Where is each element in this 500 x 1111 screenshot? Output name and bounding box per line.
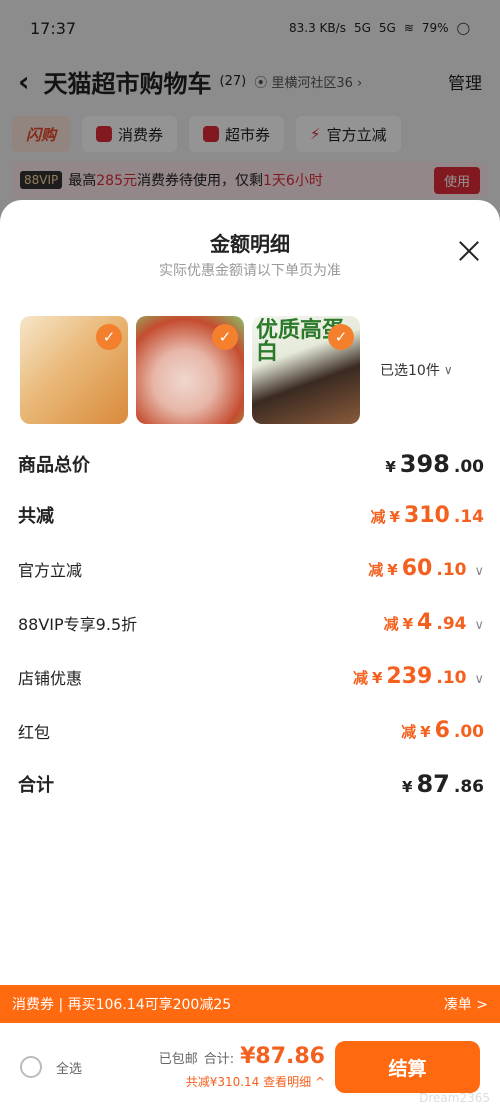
row-label: 共减 bbox=[18, 506, 54, 527]
amt-dec: .00 bbox=[453, 457, 484, 477]
total-label: 合计: bbox=[203, 1052, 235, 1067]
row-label: 官方立减 bbox=[18, 560, 83, 580]
chevron-down-icon: ∨ bbox=[474, 672, 484, 687]
row-label: 合计 bbox=[18, 775, 54, 796]
row-shop-discount[interactable]: 店铺优惠 减 ¥239.10 ∨ bbox=[18, 664, 484, 689]
row-amount: 减 ¥60.10 ∨ bbox=[368, 556, 484, 581]
total-line: 已包邮 合计: ¥87.86 bbox=[159, 1044, 325, 1069]
coupon-promo-text: 消费券 | 再买106.14可享200减25 bbox=[12, 997, 232, 1013]
yen: ¥ bbox=[371, 669, 383, 687]
check-icon: ✓ bbox=[96, 324, 122, 350]
check-icon: ✓ bbox=[212, 324, 238, 350]
row-label: 商品总价 bbox=[18, 455, 90, 476]
yen: ¥ bbox=[420, 723, 431, 741]
watermark: Dream2365 bbox=[419, 1091, 490, 1105]
sheet-title: 金额明细 bbox=[210, 232, 290, 256]
row-amount: 减 ¥310.14 bbox=[370, 503, 484, 528]
amt-int: 87 bbox=[416, 770, 450, 798]
totals-summary: 已包邮 合计: ¥87.86 共减¥310.14 查看明细 ^ bbox=[159, 1044, 325, 1090]
amt-int: 6 bbox=[434, 718, 450, 743]
view-details-link[interactable]: 共减¥310.14 查看明细 ^ bbox=[159, 1073, 325, 1090]
chevron-down-icon: ∨ bbox=[474, 618, 484, 633]
sheet-subtitle: 实际优惠金额请以下单页为准 bbox=[159, 263, 341, 279]
discount-prefix: 减 bbox=[383, 615, 399, 633]
discount-prefix: 减 bbox=[352, 669, 368, 687]
amt-int: 310 bbox=[403, 502, 450, 528]
add-items-link[interactable]: 凑单 > bbox=[444, 994, 488, 1014]
select-all-label[interactable]: 全选 bbox=[56, 1058, 82, 1077]
selected-count-label: 已选10件 bbox=[380, 363, 440, 379]
product-thumb[interactable]: ✓ bbox=[20, 316, 128, 424]
yen: ¥ bbox=[387, 561, 398, 579]
amount-detail-sheet: 金额明细 实际优惠金额请以下单页为准 ✓ ✓ 优质高蛋白 ✓ 已选10件 ∨ 商品总… bbox=[0, 200, 500, 1111]
checkout-button[interactable]: 结算 bbox=[335, 1041, 480, 1093]
shipping-label: 已包邮 bbox=[158, 1052, 198, 1067]
chevron-down-icon: ∨ bbox=[443, 363, 453, 377]
row-grand-total: 合计 ¥87.86 bbox=[18, 770, 484, 798]
row-amount: ¥398.00 bbox=[385, 450, 484, 478]
row-label: 红包 bbox=[18, 722, 51, 742]
amt-dec: .94 bbox=[436, 614, 467, 634]
chevron-down-icon: ∨ bbox=[474, 564, 484, 579]
row-total-price: 商品总价 ¥398.00 bbox=[18, 450, 484, 478]
row-official-discount[interactable]: 官方立减 减 ¥60.10 ∨ bbox=[18, 556, 484, 581]
discount-prefix: 减 bbox=[368, 561, 384, 579]
row-amount: 减 ¥4.94 ∨ bbox=[384, 610, 484, 635]
row-red-packet: 红包 减 ¥6.00 bbox=[18, 718, 484, 743]
amt-int: 239 bbox=[386, 664, 433, 689]
check-icon: ✓ bbox=[328, 324, 354, 350]
close-icon[interactable] bbox=[458, 240, 480, 262]
amt-int: 4 bbox=[417, 610, 433, 635]
yen: ¥ bbox=[402, 615, 414, 633]
amt-int: 60 bbox=[401, 556, 433, 581]
row-amount: 减 ¥239.10 ∨ bbox=[353, 664, 484, 689]
row-vip-discount[interactable]: 88VIP专享9.5折 减 ¥4.94 ∨ bbox=[18, 610, 484, 635]
amt-dec: .10 bbox=[436, 560, 467, 580]
yen: ¥ bbox=[385, 458, 396, 476]
yen: ¥ bbox=[389, 507, 400, 526]
product-thumb[interactable]: ✓ bbox=[136, 316, 244, 424]
row-amount: ¥87.86 bbox=[402, 770, 484, 798]
amt-int: 398 bbox=[399, 450, 450, 478]
row-amount: 减 ¥6.00 bbox=[401, 718, 484, 743]
row-label: 88VIP专享9.5折 bbox=[18, 614, 138, 634]
row-label: 店铺优惠 bbox=[18, 668, 83, 688]
discount-prefix: 减 bbox=[370, 507, 386, 526]
amt-dec: .14 bbox=[453, 506, 484, 527]
discount-prefix: 减 bbox=[401, 723, 417, 741]
coupon-promo-bar[interactable]: 消费券 | 再买106.14可享200减25 凑单 > bbox=[0, 985, 500, 1023]
selected-count[interactable]: 已选10件 ∨ bbox=[380, 360, 453, 380]
yen: ¥ bbox=[402, 778, 413, 796]
amt-dec: .00 bbox=[453, 722, 484, 742]
amt-dec: .10 bbox=[436, 668, 467, 688]
product-thumbnails: ✓ ✓ 优质高蛋白 ✓ bbox=[20, 316, 360, 424]
total-amount: ¥87.86 bbox=[240, 1044, 325, 1069]
amt-dec: .86 bbox=[453, 777, 484, 797]
row-total-discount: 共减 减 ¥310.14 bbox=[18, 502, 484, 528]
select-all-radio[interactable] bbox=[20, 1056, 42, 1078]
product-thumb[interactable]: 优质高蛋白 ✓ bbox=[252, 316, 360, 424]
